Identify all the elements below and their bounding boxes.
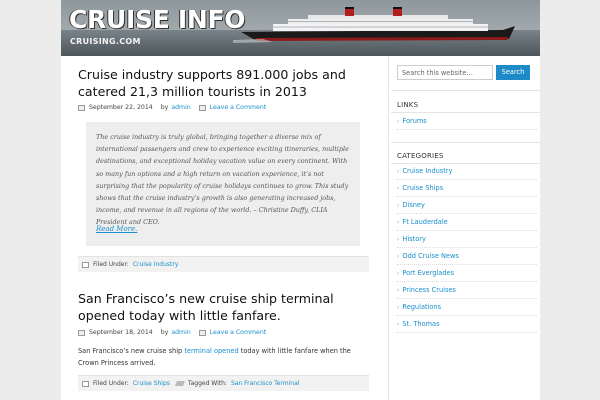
category-link[interactable]: Ft Lauderdale: [402, 218, 447, 226]
chevron-right-icon: ›: [397, 236, 400, 243]
site-title[interactable]: CRUISE INFO: [69, 6, 246, 34]
folder-icon: [82, 380, 89, 387]
post-excerpt: The cruise industry is truly global, bri…: [96, 133, 349, 227]
links-widget-title: LINKS: [397, 101, 419, 109]
cruise-ship-image: [233, 7, 515, 43]
filed-under-label: Filed Under:: [93, 380, 129, 387]
category-link[interactable]: Cruise Ships: [402, 184, 443, 192]
list-item[interactable]: › Cruise Industry: [397, 163, 537, 180]
post-meta: September 22, 2014 by admin Leave a Comm…: [78, 104, 266, 111]
categories-list: › Cruise Industry › Cruise Ships › Disney ›…: [397, 163, 537, 333]
post-meta: September 18, 2014 by admin Leave a Comm…: [78, 329, 266, 336]
post-date: September 18, 2014: [89, 329, 153, 336]
category-link[interactable]: Disney: [402, 201, 424, 209]
chevron-right-icon: ›: [397, 270, 400, 277]
folder-icon: [82, 261, 89, 268]
post-date: September 22, 2014: [89, 104, 153, 111]
chevron-right-icon: ›: [397, 202, 400, 209]
list-item[interactable]: › Odd Cruise News: [397, 248, 537, 265]
post-author-link[interactable]: admin: [171, 329, 190, 336]
category-link[interactable]: Odd Cruise News: [402, 252, 458, 260]
page-wrap: CRUISE INFO CRUISING.COM Cruise industry…: [61, 0, 540, 400]
site-header[interactable]: CRUISE INFO CRUISING.COM: [61, 0, 540, 56]
tag-link[interactable]: San Francisco Terminal: [231, 380, 299, 387]
post-title[interactable]: San Francisco’s new cruise ship terminal…: [78, 290, 373, 324]
list-item[interactable]: › Port Everglades: [397, 265, 537, 282]
search-input[interactable]: Search this website…: [397, 65, 493, 80]
post-footer: Filed Under: Cruise Ships Tagged With: S…: [78, 375, 369, 391]
chevron-right-icon: ›: [397, 185, 400, 192]
chevron-right-icon: ›: [397, 253, 400, 260]
category-link[interactable]: Princess Cruises: [402, 286, 455, 294]
chevron-right-icon: ›: [397, 304, 400, 311]
list-item[interactable]: › Ft Lauderdale: [397, 214, 537, 231]
list-item[interactable]: › Princess Cruises: [397, 282, 537, 299]
comment-icon: [198, 329, 206, 336]
list-item[interactable]: › Disney: [397, 197, 537, 214]
sidebar-divider: [388, 56, 389, 400]
category-link[interactable]: Cruise Industry: [402, 167, 452, 175]
chevron-right-icon: ›: [397, 118, 400, 125]
chevron-right-icon: ›: [397, 287, 400, 294]
calendar-icon: [78, 329, 85, 336]
link-forums[interactable]: Forums: [402, 117, 426, 125]
sidebar: Search this website… Search LINKS › Forum…: [391, 56, 540, 400]
links-list: › Forums: [397, 113, 537, 130]
list-item[interactable]: › History: [397, 231, 537, 248]
chevron-right-icon: ›: [397, 219, 400, 226]
widget-divider: [391, 90, 540, 91]
list-item[interactable]: › St. Thomas: [397, 316, 537, 333]
post-excerpt-quote: The cruise industry is truly global, bri…: [86, 122, 360, 246]
post-body: San Francisco’s new cruise ship terminal…: [78, 347, 351, 367]
by-label: by: [160, 329, 169, 336]
category-link[interactable]: Cruise Ships: [133, 380, 170, 387]
list-item[interactable]: › Forums: [397, 113, 537, 130]
category-link[interactable]: Regulations: [402, 303, 441, 311]
widget-divider: [391, 142, 540, 143]
post-author-link[interactable]: admin: [171, 104, 190, 111]
post-title[interactable]: Cruise industry supports 891.000 jobs an…: [78, 66, 373, 100]
chevron-right-icon: ›: [397, 168, 400, 175]
category-link[interactable]: Cruise Industry: [133, 261, 179, 268]
by-label: by: [160, 104, 169, 111]
chevron-right-icon: ›: [397, 321, 400, 328]
read-more-link[interactable]: Read More.: [96, 225, 137, 233]
categories-widget-title: CATEGORIES: [397, 152, 444, 160]
terminal-opened-link[interactable]: terminal opened: [184, 347, 238, 355]
calendar-icon: [78, 104, 85, 111]
search-button[interactable]: Search: [496, 65, 530, 80]
leave-comment-link[interactable]: Leave a Comment: [210, 329, 266, 336]
comment-icon: [198, 104, 206, 111]
tagged-with-label: Tagged With:: [187, 380, 227, 387]
tag-icon: [175, 381, 185, 386]
list-item[interactable]: › Cruise Ships: [397, 180, 537, 197]
list-item[interactable]: › Regulations: [397, 299, 537, 316]
post-footer: Filed Under: Cruise Industry: [78, 256, 369, 272]
category-link[interactable]: Port Everglades: [402, 269, 454, 277]
filed-under-label: Filed Under:: [93, 261, 129, 268]
leave-comment-link[interactable]: Leave a Comment: [210, 104, 266, 111]
site-tagline: CRUISING.COM: [70, 37, 141, 46]
category-link[interactable]: History: [402, 235, 425, 243]
category-link[interactable]: St. Thomas: [402, 320, 439, 328]
main-content: Cruise industry supports 891.000 jobs an…: [61, 56, 379, 400]
